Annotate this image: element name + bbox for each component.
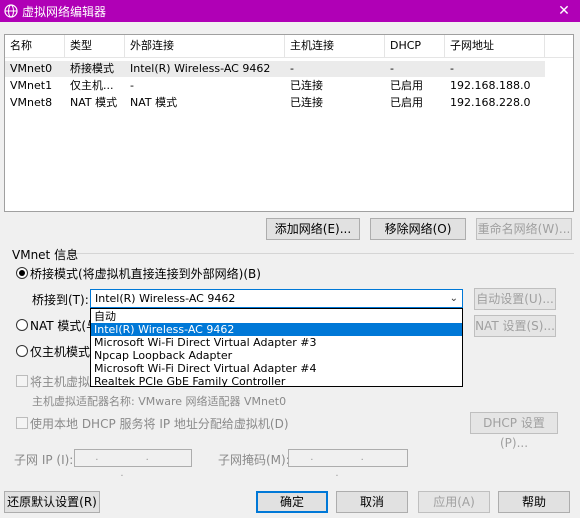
col-header-type[interactable]: 类型 <box>65 35 125 57</box>
dhcp-label[interactable]: 使用本地 DHCP 服务将 IP 地址分配给虚拟机(D) <box>30 415 289 432</box>
cell-name: VMnet0 <box>10 62 53 75</box>
network-globe-icon <box>4 4 18 18</box>
host-adapter-label: 主机虚拟适配器名称: VMware 网络适配器 VMnet0 <box>32 395 287 408</box>
cell-dhcp: 已启用 <box>390 79 423 92</box>
dropdown-option[interactable]: Realtek PCIe GbE Family Controller <box>91 375 462 388</box>
chevron-down-icon[interactable]: ⌄ <box>450 291 458 307</box>
col-header-name[interactable]: 名称 <box>5 35 65 57</box>
nat-label[interactable]: NAT 模式(与 <box>30 317 98 334</box>
subnet-ip-field[interactable]: . . . <box>74 449 192 479</box>
radio-selected-dot <box>19 270 25 276</box>
subnet-ip-label: 子网 IP (I): <box>14 453 74 467</box>
bridge-to-dropdown[interactable]: 自动 Intel(R) Wireless-AC 9462 Microsoft W… <box>90 308 463 388</box>
hostonly-radio[interactable] <box>16 345 28 357</box>
remove-network-button[interactable]: 移除网络(O) <box>370 218 466 240</box>
vmnet-info-title: VMnet 信息 <box>12 248 79 262</box>
auto-settings-button[interactable]: 自动设置(U)... <box>474 288 556 310</box>
bridged-radio[interactable] <box>16 267 28 279</box>
col-header-host[interactable]: 主机连接 <box>285 35 385 57</box>
col-header-subnet[interactable]: 子网地址 <box>445 35 545 57</box>
table-row[interactable]: VMnet1 仅主机... - 已连接 已启用 192.168.188.0 <box>5 78 545 94</box>
nat-radio[interactable] <box>16 319 28 331</box>
table-row[interactable]: VMnet8 NAT 模式 NAT 模式 已连接 已启用 192.168.228… <box>5 95 545 111</box>
cell-type: 桥接模式 <box>70 62 114 75</box>
title-bar: 虚拟网络编辑器 ✕ <box>0 0 580 22</box>
cell-external: NAT 模式 <box>130 96 178 109</box>
cell-type: NAT 模式 <box>70 96 118 109</box>
cell-external: Intel(R) Wireless-AC 9462 <box>130 62 271 75</box>
cell-dhcp: 已启用 <box>390 96 423 109</box>
bridged-label[interactable]: 桥接模式(将虚拟机直接连接到外部网络)(B) <box>30 265 261 282</box>
help-button[interactable]: 帮助 <box>498 491 570 513</box>
table-row[interactable]: VMnet0 桥接模式 Intel(R) Wireless-AC 9462 - … <box>5 61 545 77</box>
cell-subnet: - <box>450 62 454 75</box>
subnet-mask-label: 子网掩码(M): <box>218 453 290 467</box>
col-header-external[interactable]: 外部连接 <box>125 35 285 57</box>
network-list[interactable]: 名称 类型 外部连接 主机连接 DHCP 子网地址 VMnet0 桥接模式 In… <box>4 34 574 212</box>
hostonly-label[interactable]: 仅主机模式 <box>30 343 90 360</box>
cell-subnet: 192.168.228.0 <box>450 96 531 109</box>
list-header: 名称 类型 外部连接 主机连接 DHCP 子网地址 <box>5 35 573 58</box>
dropdown-option[interactable]: Microsoft Wi-Fi Direct Virtual Adapter #… <box>91 336 462 349</box>
group-separator <box>72 253 574 254</box>
bridge-to-select[interactable]: Intel(R) Wireless-AC 9462 ⌄ <box>90 289 463 308</box>
cell-name: VMnet1 <box>10 79 53 92</box>
cancel-button[interactable]: 取消 <box>336 491 408 513</box>
close-icon[interactable]: ✕ <box>548 0 580 22</box>
dropdown-option-selected[interactable]: Intel(R) Wireless-AC 9462 <box>91 323 462 336</box>
cell-type: 仅主机... <box>70 79 114 92</box>
cell-host: 已连接 <box>290 79 323 92</box>
apply-button[interactable]: 应用(A) <box>418 491 490 513</box>
bridge-to-label: 桥接到(T): <box>32 293 89 307</box>
rename-network-button[interactable]: 重命名网络(W)... <box>476 218 572 240</box>
cell-external: - <box>130 79 134 92</box>
col-header-dhcp[interactable]: DHCP <box>385 35 445 57</box>
dhcp-checkbox[interactable] <box>16 417 28 429</box>
add-network-button[interactable]: 添加网络(E)... <box>266 218 360 240</box>
cell-host: - <box>290 62 294 75</box>
restore-defaults-button[interactable]: 还原默认设置(R) <box>4 491 100 513</box>
dhcp-settings-button[interactable]: DHCP 设置(P)... <box>470 412 558 450</box>
window-title: 虚拟网络编辑器 <box>22 5 107 19</box>
subnet-mask-field[interactable]: . . . <box>288 449 408 479</box>
dropdown-option[interactable]: Microsoft Wi-Fi Direct Virtual Adapter #… <box>91 362 462 375</box>
dropdown-option[interactable]: 自动 <box>91 310 462 323</box>
cell-host: 已连接 <box>290 96 323 109</box>
connect-host-checkbox[interactable] <box>16 375 28 387</box>
nat-settings-button[interactable]: NAT 设置(S)... <box>474 315 556 337</box>
cell-dhcp: - <box>390 62 394 75</box>
connect-host-label[interactable]: 将主机虚拟 <box>30 373 90 390</box>
cell-name: VMnet8 <box>10 96 53 109</box>
ok-button[interactable]: 确定 <box>256 491 328 513</box>
dropdown-option[interactable]: Npcap Loopback Adapter <box>91 349 462 362</box>
bridge-to-value: Intel(R) Wireless-AC 9462 <box>95 292 236 305</box>
cell-subnet: 192.168.188.0 <box>450 79 531 92</box>
